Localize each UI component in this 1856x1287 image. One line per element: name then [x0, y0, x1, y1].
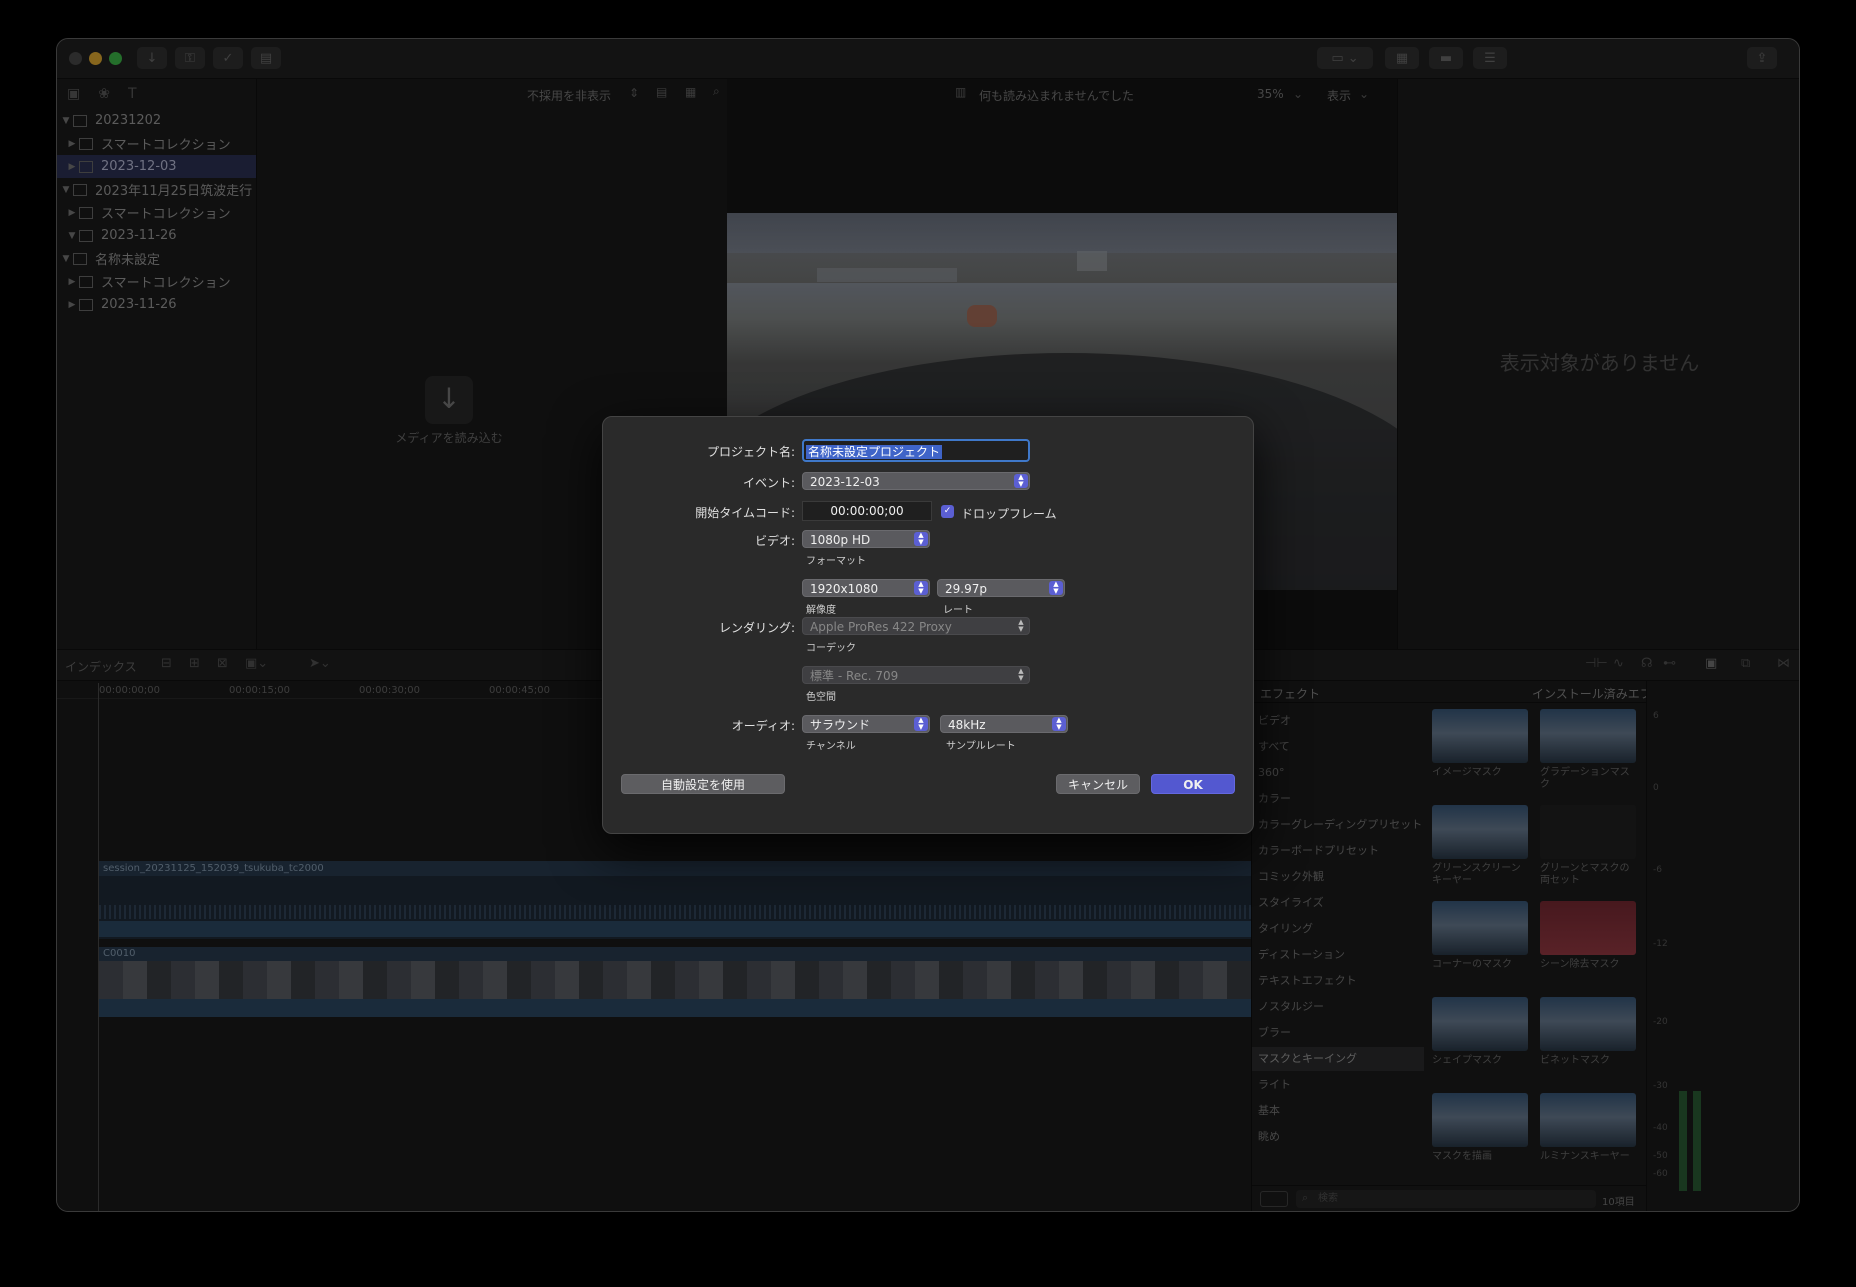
codec-caption: コーデック — [806, 643, 856, 654]
up-down-stepper-icon: ▲ ▼ — [914, 581, 928, 595]
codec-popup[interactable]: Apple ProRes 422 Proxy ▲ ▼ — [802, 617, 1030, 635]
project-name-field[interactable]: 名称未設定プロジェクト — [802, 439, 1030, 462]
dropframe-label[interactable]: ドロップフレーム — [961, 505, 1057, 522]
format-caption: フォーマット — [806, 556, 866, 567]
codec-value: Apple ProRes 422 Proxy — [810, 620, 952, 634]
sample-rate-popup[interactable]: 48kHz ▲ ▼ — [940, 715, 1068, 733]
colorspace-value: 標準 - Rec. 709 — [810, 669, 899, 683]
use-automatic-settings-button[interactable]: 自動設定を使用 — [621, 774, 785, 794]
video-label: ビデオ: — [754, 534, 795, 548]
up-down-stepper-icon: ▲ ▼ — [914, 532, 928, 546]
up-down-stepper-icon: ▲ ▼ — [1018, 667, 1024, 682]
dropframe-checkbox[interactable]: ✓ — [941, 505, 954, 518]
resolution-caption: 解像度 — [806, 605, 836, 616]
resolution-popup[interactable]: 1920x1080 ▲ ▼ — [802, 579, 930, 597]
audio-label: オーディオ: — [731, 719, 795, 733]
start-timecode-label: 開始タイムコード: — [695, 506, 795, 520]
up-down-stepper-icon: ▲ ▼ — [914, 717, 928, 731]
up-down-stepper-icon: ▲ ▼ — [1049, 581, 1063, 595]
video-format-value: 1080p HD — [810, 533, 871, 547]
channels-caption: チャンネル — [806, 741, 856, 752]
ok-button[interactable]: OK — [1151, 774, 1235, 794]
rate-value: 29.97p — [945, 582, 987, 596]
audio-channels-value: サラウンド — [810, 718, 871, 732]
event-label: イベント: — [742, 476, 795, 490]
up-down-stepper-icon: ▲ ▼ — [1018, 618, 1024, 633]
sample-rate-value: 48kHz — [948, 718, 986, 732]
cancel-button[interactable]: キャンセル — [1056, 774, 1140, 794]
new-project-dialog: プロジェクト名: 名称未設定プロジェクト イベント: 2023-12-03 ▲ ▼… — [602, 416, 1254, 834]
rate-popup[interactable]: 29.97p ▲ ▼ — [937, 579, 1065, 597]
up-down-stepper-icon: ▲ ▼ — [1052, 717, 1066, 731]
resolution-value: 1920x1080 — [810, 582, 879, 596]
rendering-label: レンダリング: — [718, 621, 795, 635]
project-name-value: 名称未設定プロジェクト — [806, 445, 943, 459]
project-name-label: プロジェクト名: — [706, 445, 795, 459]
colorspace-caption: 色空間 — [806, 692, 836, 703]
start-timecode-field[interactable]: 00:00:00;00 — [802, 501, 932, 521]
up-down-stepper-icon: ▲ ▼ — [1014, 474, 1028, 488]
video-format-popup[interactable]: 1080p HD ▲ ▼ — [802, 530, 930, 548]
samplerate-caption: サンプルレート — [946, 741, 1016, 752]
colorspace-popup[interactable]: 標準 - Rec. 709 ▲ ▼ — [802, 666, 1030, 684]
event-value: 2023-12-03 — [810, 475, 880, 489]
audio-channels-popup[interactable]: サラウンド ▲ ▼ — [802, 715, 930, 733]
event-popup[interactable]: 2023-12-03 ▲ ▼ — [802, 472, 1030, 490]
rate-caption: レート — [943, 605, 973, 616]
